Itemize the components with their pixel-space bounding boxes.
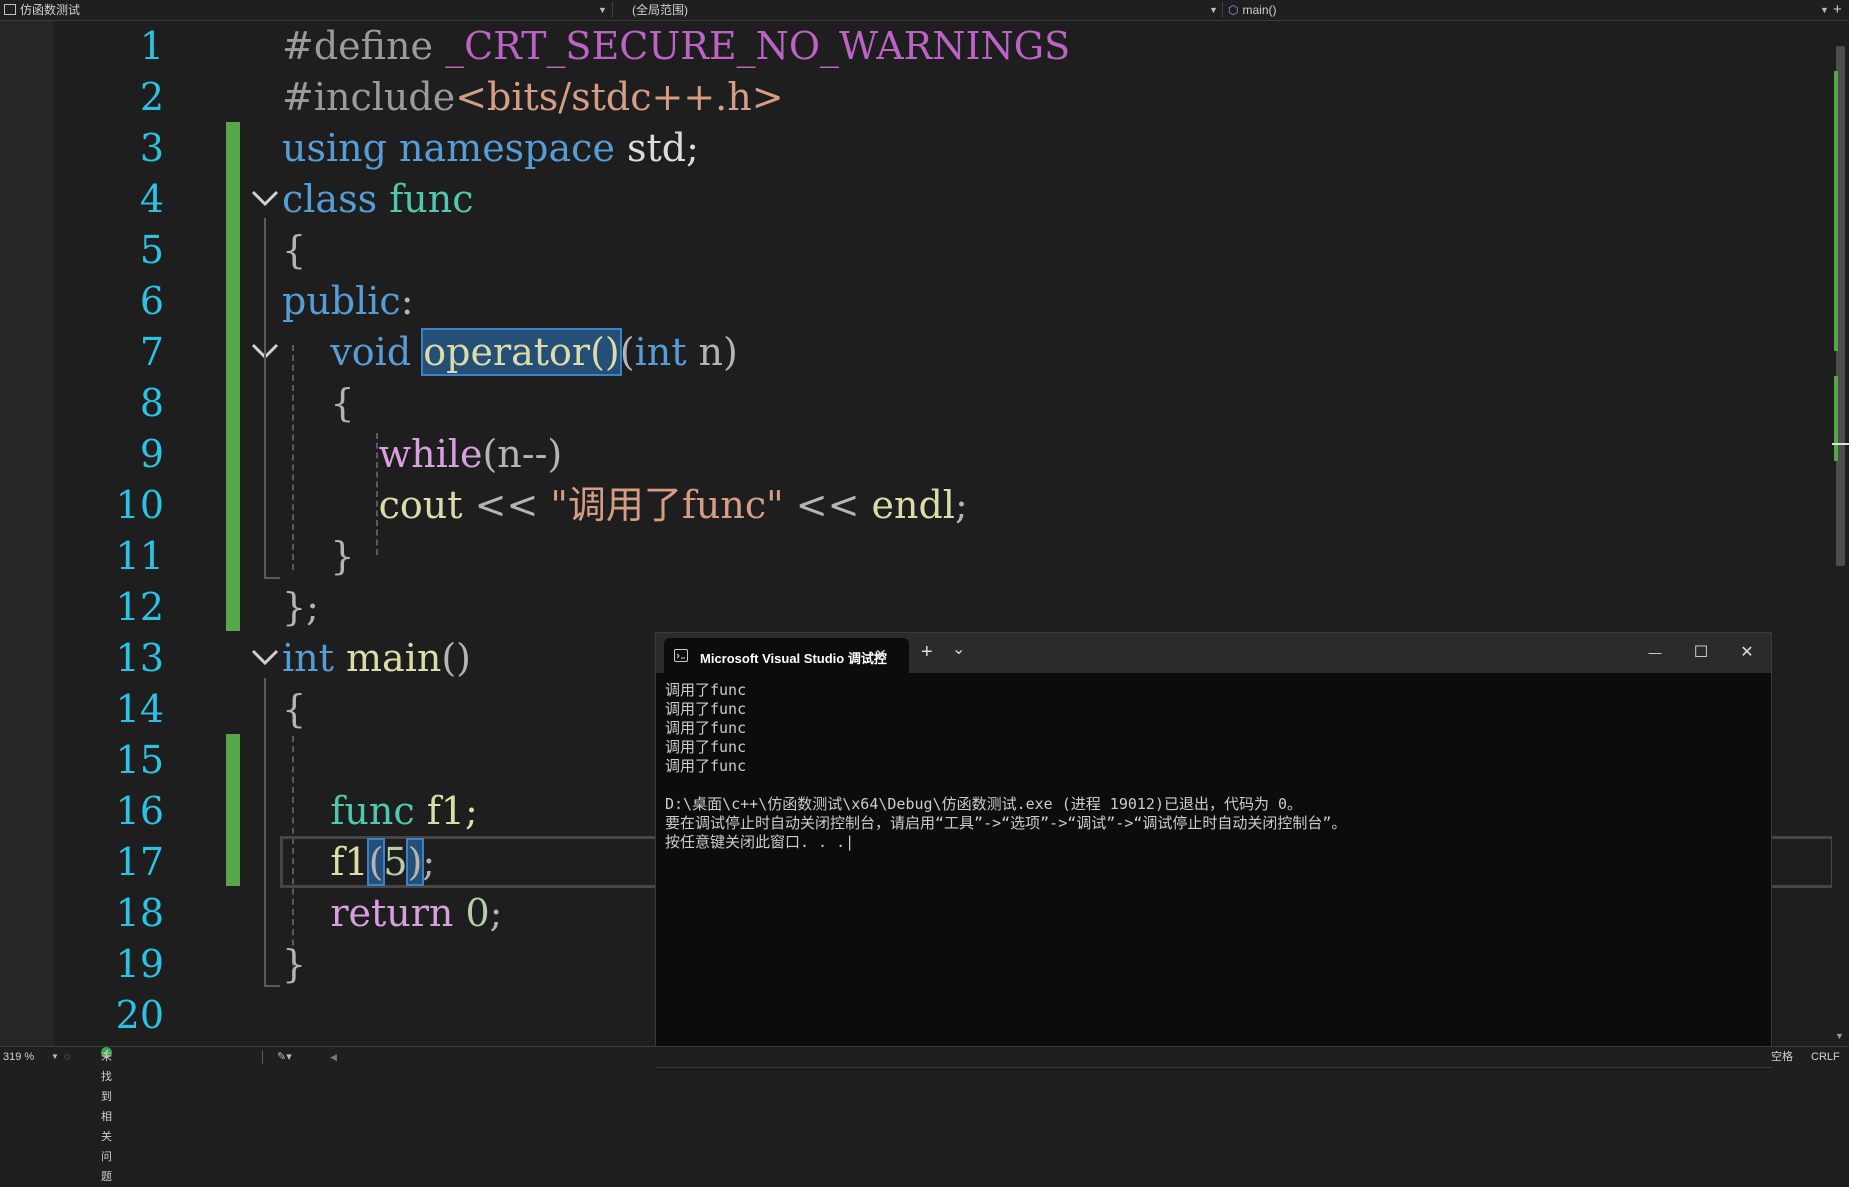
- console-tab-title: Microsoft Visual Studio 调试控: [700, 651, 887, 666]
- code-line: while(n--): [378, 432, 563, 476]
- copilot-icon[interactable]: ◌: [64, 1047, 71, 1067]
- change-indicator: [226, 122, 240, 631]
- brush-icon[interactable]: ✎▾: [277, 1047, 292, 1067]
- navigation-bar: 仿函数测试 ▼ (全局范围) ▼ ⬡ main() ▼ +: [0, 0, 1849, 21]
- line-number: 11: [115, 534, 164, 578]
- console-tab[interactable]: Microsoft Visual Studio 调试控 ✕: [664, 638, 909, 673]
- code-line: public:: [282, 279, 414, 323]
- status-bar: 319 % ▼ ◌ ✓ 未找到相关问题 ✎▾ ◀ 空格 CRLF: [0, 1046, 1849, 1183]
- line-number: 10: [115, 483, 164, 527]
- project-label: 仿函数测试: [20, 3, 81, 17]
- line-number: 17: [115, 840, 164, 884]
- zoom-level[interactable]: 319 %: [3, 1047, 34, 1067]
- line-number: 7: [139, 330, 164, 374]
- selected-text[interactable]: operator(): [421, 328, 622, 376]
- line-number: 13: [115, 636, 164, 680]
- issues-label: 未找到相关问题: [101, 1051, 112, 1183]
- code-line: #include<bits/stdc++.h>: [282, 75, 784, 119]
- console-title-bar: Microsoft Visual Studio 调试控 ✕ + ⌄ — ☐ ✕: [656, 633, 1771, 673]
- line-number: 6: [139, 279, 164, 323]
- code-line: cout << "调用了func" << endl;: [378, 483, 968, 527]
- maximize-button[interactable]: ☐: [1678, 633, 1724, 673]
- scrollbar-change-marker: [1834, 376, 1838, 461]
- scrollbar-change-marker: [1834, 71, 1838, 351]
- line-number: 18: [115, 891, 164, 935]
- outline-guide: [264, 985, 280, 987]
- tab-dropdown-icon[interactable]: ⌄: [952, 639, 965, 659]
- scroll-down-arrow-icon[interactable]: ▼: [1835, 1031, 1844, 1041]
- cube-icon: ⬡: [1228, 3, 1239, 17]
- zoom-dropdown-arrow-icon[interactable]: ▼: [51, 1047, 59, 1067]
- project-dropdown-arrow-icon[interactable]: ▼: [598, 0, 607, 20]
- divider: [1222, 2, 1223, 18]
- line-number: 20: [115, 993, 164, 1037]
- terminal-icon: [674, 649, 688, 662]
- change-indicator: [226, 734, 240, 886]
- brace-match-highlight: (: [366, 838, 386, 886]
- project-dropdown[interactable]: 仿函数测试: [4, 0, 80, 20]
- indent-mode[interactable]: 空格: [1771, 1047, 1793, 1067]
- line-number: 9: [139, 432, 164, 476]
- code-line: #define _CRT_SECURE_NO_WARNINGS: [282, 24, 1071, 68]
- outline-guide: [264, 577, 280, 579]
- tab-close-icon[interactable]: ✕: [875, 646, 887, 663]
- scope-dropdown[interactable]: (全局范围): [632, 0, 688, 20]
- code-line: void operator()(int n): [330, 328, 738, 376]
- outline-guide: [264, 678, 266, 986]
- line-number: 5: [139, 228, 164, 272]
- scope-dropdown-arrow-icon[interactable]: ▼: [1209, 0, 1218, 20]
- line-number: 4: [139, 177, 164, 221]
- collapse-chevron-icon[interactable]: [250, 183, 280, 213]
- project-icon: [4, 4, 16, 15]
- scrollbar-caret-marker: [1832, 443, 1849, 445]
- split-add-icon[interactable]: +: [1833, 0, 1842, 20]
- line-number: 19: [115, 942, 164, 986]
- line-number: 2: [139, 75, 164, 119]
- line-number: 8: [139, 381, 164, 425]
- code-line: }: [330, 534, 355, 578]
- line-ending[interactable]: CRLF: [1811, 1047, 1840, 1067]
- member-label: main(): [1242, 3, 1277, 17]
- minimize-button[interactable]: —: [1632, 633, 1678, 673]
- debug-console-window[interactable]: Microsoft Visual Studio 调试控 ✕ + ⌄ — ☐ ✕ …: [655, 632, 1772, 1068]
- line-number: 3: [139, 126, 164, 170]
- outline-guide: [264, 218, 266, 578]
- collapse-chevron-icon[interactable]: [250, 642, 280, 672]
- line-number: 14: [115, 687, 164, 731]
- brace-match-highlight: ): [405, 838, 425, 886]
- divider: [612, 2, 613, 18]
- line-number: 12: [115, 585, 164, 629]
- member-dropdown-arrow-icon[interactable]: ▼: [1820, 0, 1829, 20]
- code-line: {: [282, 228, 307, 272]
- console-output: 调用了func 调用了func 调用了func 调用了func 调用了func …: [665, 681, 1347, 851]
- vertical-scrollbar[interactable]: ▼: [1832, 21, 1849, 1046]
- line-number: 1: [139, 24, 164, 68]
- scroll-left-icon[interactable]: ◀: [330, 1047, 337, 1067]
- divider: [262, 1050, 263, 1064]
- code-line: };: [282, 585, 319, 629]
- line-number: 15: [115, 738, 164, 782]
- code-line: class func: [282, 177, 474, 221]
- glyph-margin: [0, 21, 54, 1046]
- close-button[interactable]: ✕: [1724, 633, 1770, 673]
- line-number: 16: [115, 789, 164, 833]
- member-dropdown[interactable]: ⬡ main(): [1228, 0, 1277, 20]
- new-tab-button[interactable]: +: [921, 641, 933, 664]
- code-line: using namespace std;: [282, 126, 699, 170]
- code-line: {: [330, 381, 355, 425]
